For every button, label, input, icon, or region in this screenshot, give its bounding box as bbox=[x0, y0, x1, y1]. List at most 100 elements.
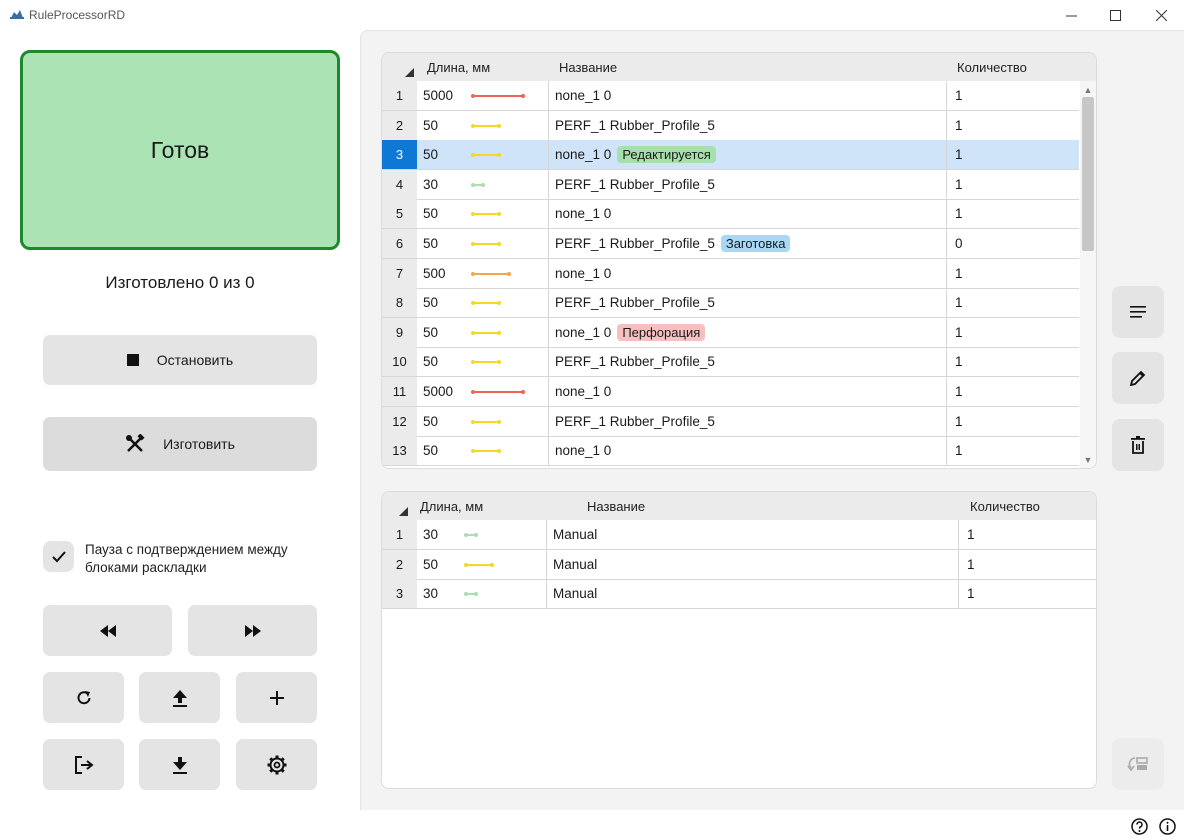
help-icon[interactable] bbox=[1130, 817, 1148, 835]
blocks-table-scrollbar[interactable]: ▲ ▼ bbox=[1080, 81, 1096, 468]
name-cell[interactable]: none_1 0 bbox=[549, 199, 947, 229]
name-cell[interactable]: none_1 0 bbox=[549, 81, 947, 110]
qty-cell[interactable]: 1 bbox=[959, 520, 1096, 549]
header-name[interactable]: Название bbox=[559, 60, 617, 75]
name-cell[interactable]: PERF_1 Rubber_Profile_5 bbox=[549, 406, 947, 436]
table-row[interactable]: 11 5000 none_1 0 1 bbox=[382, 377, 1079, 407]
row-index[interactable]: 2 bbox=[382, 110, 417, 140]
name-cell[interactable]: none_1 0 bbox=[549, 258, 947, 288]
qty-cell[interactable]: 1 bbox=[959, 550, 1096, 579]
length-cell[interactable]: 5000 bbox=[417, 377, 549, 406]
close-icon[interactable] bbox=[1138, 0, 1184, 30]
table-row[interactable]: 12 50 PERF_1 Rubber_Profile_5 1 bbox=[382, 406, 1079, 437]
name-cell[interactable]: Manual bbox=[547, 520, 959, 549]
row-index[interactable]: 6 bbox=[382, 229, 417, 258]
row-index[interactable]: 11 bbox=[382, 377, 417, 406]
select-all-corner[interactable] bbox=[405, 68, 414, 77]
table-row[interactable]: 3 30 Manual 1 bbox=[382, 579, 1096, 610]
header-length[interactable]: Длина, мм bbox=[420, 499, 483, 514]
row-index[interactable]: 1 bbox=[382, 520, 417, 549]
name-cell[interactable]: PERF_1 Rubber_Profile_5 bbox=[549, 347, 947, 377]
row-index[interactable]: 2 bbox=[382, 549, 417, 579]
qty-cell[interactable]: 1 bbox=[947, 170, 1079, 199]
qty-cell[interactable]: 1 bbox=[947, 81, 1079, 110]
download-button[interactable] bbox=[139, 739, 220, 790]
length-cell[interactable]: 30 bbox=[417, 579, 547, 609]
table-row[interactable]: 1 5000 none_1 0 1 bbox=[382, 81, 1079, 111]
qty-cell[interactable]: 1 bbox=[947, 377, 1079, 406]
name-cell[interactable]: none_1 0 bbox=[549, 377, 947, 406]
table-row[interactable]: 10 50 PERF_1 Rubber_Profile_5 1 bbox=[382, 347, 1079, 378]
table-row[interactable]: 13 50 none_1 0 1 bbox=[382, 436, 1079, 467]
name-cell[interactable]: none_1 0 Перфорация bbox=[549, 317, 947, 347]
row-index[interactable]: 12 bbox=[382, 406, 417, 436]
select-all-corner[interactable] bbox=[399, 507, 408, 516]
length-cell[interactable]: 50 bbox=[417, 317, 549, 347]
delete-button[interactable] bbox=[1112, 419, 1164, 471]
stop-button[interactable]: Остановить bbox=[43, 335, 317, 385]
length-cell[interactable]: 30 bbox=[417, 169, 549, 199]
table-row[interactable]: 8 50 PERF_1 Rubber_Profile_5 1 bbox=[382, 288, 1079, 319]
table-row[interactable]: 4 30 PERF_1 Rubber_Profile_5 1 bbox=[382, 169, 1079, 200]
row-index[interactable]: 7 bbox=[382, 258, 417, 288]
qty-cell[interactable]: 1 bbox=[947, 318, 1079, 347]
header-qty[interactable]: Количество bbox=[957, 60, 1027, 75]
row-index[interactable]: 9 bbox=[382, 317, 417, 347]
settings-button[interactable] bbox=[236, 739, 317, 790]
qty-cell[interactable]: 1 bbox=[947, 259, 1079, 288]
name-cell[interactable]: none_1 0 bbox=[549, 436, 947, 466]
header-qty[interactable]: Количество bbox=[970, 499, 1040, 514]
qty-cell[interactable]: 1 bbox=[947, 407, 1079, 436]
qty-cell[interactable]: 1 bbox=[947, 347, 1079, 376]
row-index[interactable]: 8 bbox=[382, 288, 417, 318]
exit-button[interactable] bbox=[43, 739, 124, 790]
row-index[interactable]: 3 bbox=[382, 140, 417, 170]
length-cell[interactable]: 50 bbox=[417, 288, 549, 318]
qty-cell[interactable]: 1 bbox=[947, 288, 1079, 317]
list-button[interactable] bbox=[1112, 286, 1164, 338]
forward-button[interactable] bbox=[188, 605, 317, 656]
length-cell[interactable]: 50 bbox=[417, 406, 549, 436]
table-row[interactable]: 3 50 none_1 0 Редактируется 1 bbox=[382, 140, 1079, 171]
length-cell[interactable]: 30 bbox=[417, 520, 547, 549]
name-cell[interactable]: Manual bbox=[547, 549, 959, 579]
transfer-button[interactable] bbox=[1112, 738, 1164, 790]
upload-button[interactable] bbox=[139, 672, 220, 723]
row-index[interactable]: 3 bbox=[382, 579, 417, 609]
row-index[interactable]: 10 bbox=[382, 347, 417, 377]
length-cell[interactable]: 50 bbox=[417, 110, 549, 140]
length-cell[interactable]: 50 bbox=[417, 549, 547, 579]
row-index[interactable]: 1 bbox=[382, 81, 417, 110]
name-cell[interactable]: PERF_1 Rubber_Profile_5 bbox=[549, 110, 947, 140]
qty-cell[interactable]: 1 bbox=[947, 436, 1079, 465]
table-row[interactable]: 9 50 none_1 0 Перфорация 1 bbox=[382, 317, 1079, 348]
qty-cell[interactable]: 0 bbox=[947, 229, 1079, 258]
name-cell[interactable]: PERF_1 Rubber_Profile_5 Заготовка bbox=[549, 229, 947, 258]
table-row[interactable]: 5 50 none_1 0 1 bbox=[382, 199, 1079, 230]
length-cell[interactable]: 50 bbox=[417, 199, 549, 229]
table-row[interactable]: 2 50 PERF_1 Rubber_Profile_5 1 bbox=[382, 110, 1079, 141]
name-cell[interactable]: PERF_1 Rubber_Profile_5 bbox=[549, 169, 947, 199]
header-length[interactable]: Длина, мм bbox=[427, 60, 490, 75]
length-cell[interactable]: 50 bbox=[417, 229, 549, 258]
minimize-icon[interactable] bbox=[1048, 0, 1094, 30]
add-button[interactable] bbox=[236, 672, 317, 723]
row-index[interactable]: 4 bbox=[382, 169, 417, 199]
row-index[interactable]: 13 bbox=[382, 436, 417, 466]
name-cell[interactable]: none_1 0 Редактируется bbox=[549, 140, 947, 170]
table-row[interactable]: 6 50 PERF_1 Rubber_Profile_5 Заготовка 0 bbox=[382, 229, 1079, 259]
edit-button[interactable] bbox=[1112, 352, 1164, 404]
qty-cell[interactable]: 1 bbox=[947, 140, 1079, 169]
length-cell[interactable]: 50 bbox=[417, 436, 549, 466]
name-cell[interactable]: PERF_1 Rubber_Profile_5 bbox=[549, 288, 947, 318]
length-cell[interactable]: 50 bbox=[417, 347, 549, 377]
table-row[interactable]: 2 50 Manual 1 bbox=[382, 549, 1096, 580]
length-cell[interactable]: 500 bbox=[417, 258, 549, 288]
scroll-down-icon[interactable]: ▼ bbox=[1080, 453, 1096, 467]
table-row[interactable]: 7 500 none_1 0 1 bbox=[382, 258, 1079, 289]
scroll-thumb[interactable] bbox=[1082, 97, 1094, 251]
info-icon[interactable] bbox=[1158, 817, 1176, 835]
scroll-up-icon[interactable]: ▲ bbox=[1080, 83, 1096, 97]
row-index[interactable]: 5 bbox=[382, 199, 417, 229]
rewind-button[interactable] bbox=[43, 605, 172, 656]
